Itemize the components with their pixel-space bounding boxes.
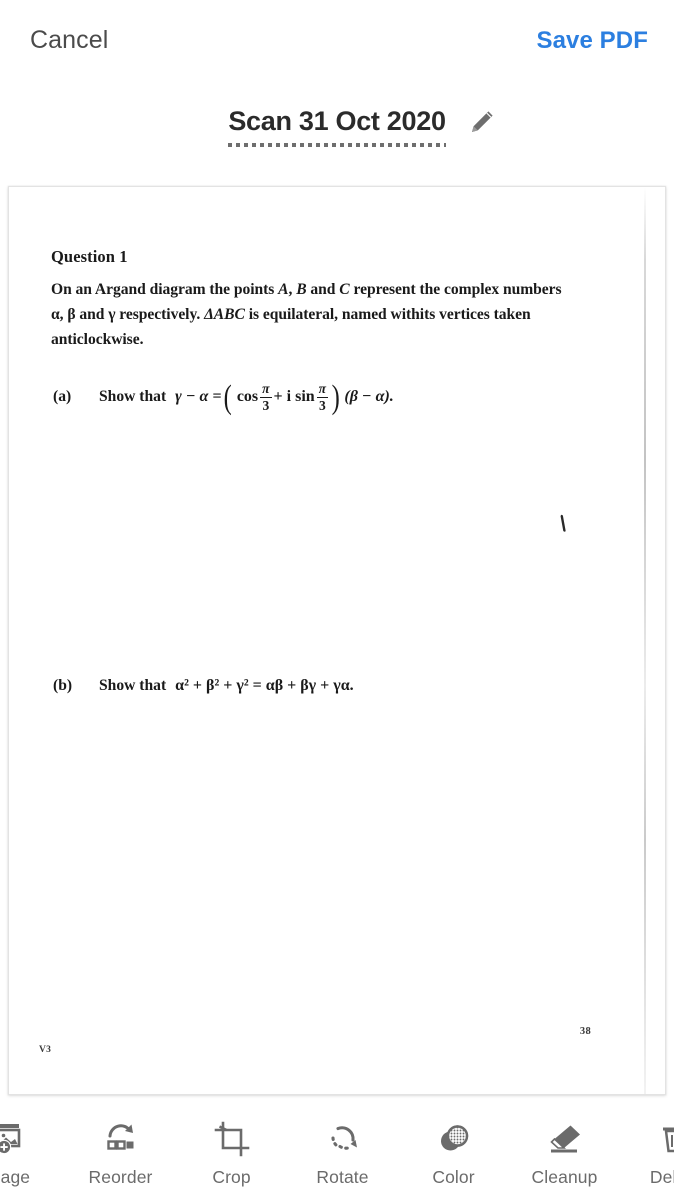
rotate-icon	[324, 1120, 362, 1158]
denominator-3-1: 3	[262, 397, 270, 413]
fraction-pi-over-3-second: π 3	[316, 381, 329, 413]
fraction-pi-over-3-first: π 3	[260, 381, 272, 413]
denominator-3-2: 3	[318, 397, 326, 413]
title-dotted-underline	[228, 143, 446, 147]
eraser-icon	[546, 1120, 584, 1158]
part-a-label: (a)	[53, 388, 72, 406]
toolbar-label-cleanup: Cleanup	[531, 1167, 598, 1187]
page-preview-scroll-area[interactable]: Question 1 On an Argand diagram the poin…	[0, 182, 674, 1106]
document-title-block: Scan 31 Oct 2020	[0, 104, 674, 166]
equation-lhs: γ − α =	[175, 388, 222, 406]
toolbar-item-cleanup[interactable]: Cleanup	[509, 1108, 620, 1200]
page-title[interactable]: Scan 31 Oct 2020	[228, 104, 446, 138]
scan-editor-screen: Cancel Save PDF Scan 31 Oct 2020 Questio…	[0, 0, 674, 1200]
document-title-wrapper[interactable]: Scan 31 Oct 2020	[228, 104, 493, 147]
pencil-icon[interactable]	[468, 108, 496, 136]
document-page-number: 38	[579, 1026, 591, 1037]
part-a-stem: Show that	[99, 388, 167, 406]
toolbar-item-crop[interactable]: Crop	[176, 1108, 287, 1200]
numerator-pi-2: π	[318, 381, 327, 396]
scan-edge-artifact	[644, 187, 646, 1094]
question-part-a: (a) Show that γ − α = ( cos π 3 + i sin …	[53, 378, 394, 416]
toolbar-label-reorder: Reorder	[88, 1167, 153, 1187]
toolbar-item-delete[interactable]: Delete	[620, 1108, 674, 1200]
cos-token: cos	[236, 388, 259, 406]
symbol-A: A	[278, 281, 289, 298]
trash-icon	[657, 1120, 674, 1158]
symbol-triangle-ABC: ΔABC	[204, 306, 245, 323]
toolbar-label-page: Page	[0, 1167, 31, 1187]
open-paren: (	[223, 378, 232, 416]
part-b-equation: α² + β² + γ² = αβ + βγ + γα.	[175, 677, 354, 694]
body-text-1: On an Argand diagram the points	[51, 281, 279, 298]
toolbar-item-reorder[interactable]: Reorder	[65, 1108, 176, 1200]
toolbar-label-crop: Crop	[212, 1167, 251, 1187]
body-text-5: α, β and γ respectively.	[51, 306, 205, 323]
toolbar-label-rotate: Rotate	[316, 1167, 369, 1187]
scan-pen-mark-artifact	[555, 514, 573, 533]
scanned-page[interactable]: Question 1 On an Argand diagram the poin…	[8, 186, 666, 1095]
question-body: On an Argand diagram the points A, B and…	[51, 277, 571, 352]
symbol-B: B	[296, 281, 307, 298]
bottom-toolbar: Page Reorder C	[0, 1108, 674, 1200]
close-paren: )	[331, 378, 340, 416]
crop-icon	[213, 1120, 251, 1158]
plus-isin-token: + i sin	[273, 388, 315, 406]
reorder-icon	[102, 1120, 140, 1158]
cancel-button[interactable]: Cancel	[30, 26, 108, 55]
toolbar-label-delete: Delete	[649, 1167, 674, 1187]
equation-rhs: (β − α).	[344, 388, 394, 406]
toolbar-item-rotate[interactable]: Rotate	[287, 1108, 398, 1200]
top-bar: Cancel Save PDF	[0, 0, 674, 86]
body-text-7: anticlockwise.	[51, 331, 144, 348]
color-icon	[435, 1120, 473, 1158]
symbol-C: C	[339, 281, 350, 298]
save-pdf-button[interactable]: Save PDF	[536, 27, 648, 55]
toolbar-item-color[interactable]: Color	[398, 1108, 509, 1200]
body-text-6: is equilateral, named withits vertices t…	[244, 306, 531, 323]
question-heading: Question 1	[51, 247, 128, 266]
body-text-3: and	[306, 281, 340, 298]
toolbar-label-color: Color	[432, 1167, 475, 1187]
add-page-icon	[0, 1120, 29, 1158]
numerator-pi-1: π	[262, 381, 270, 396]
body-text-4: represent the complex numbers	[349, 281, 562, 298]
part-a-equation: γ − α = ( cos π 3 + i sin π 3 ) (β − α).	[175, 378, 394, 416]
document-version-mark: V3	[39, 1045, 52, 1055]
part-b-label: (b)	[53, 677, 73, 694]
toolbar-item-page[interactable]: Page	[0, 1108, 65, 1200]
question-part-b: (b) Show that α² + β² + γ² = αβ + βγ + γ…	[53, 677, 354, 695]
part-b-stem: Show that	[99, 677, 167, 694]
